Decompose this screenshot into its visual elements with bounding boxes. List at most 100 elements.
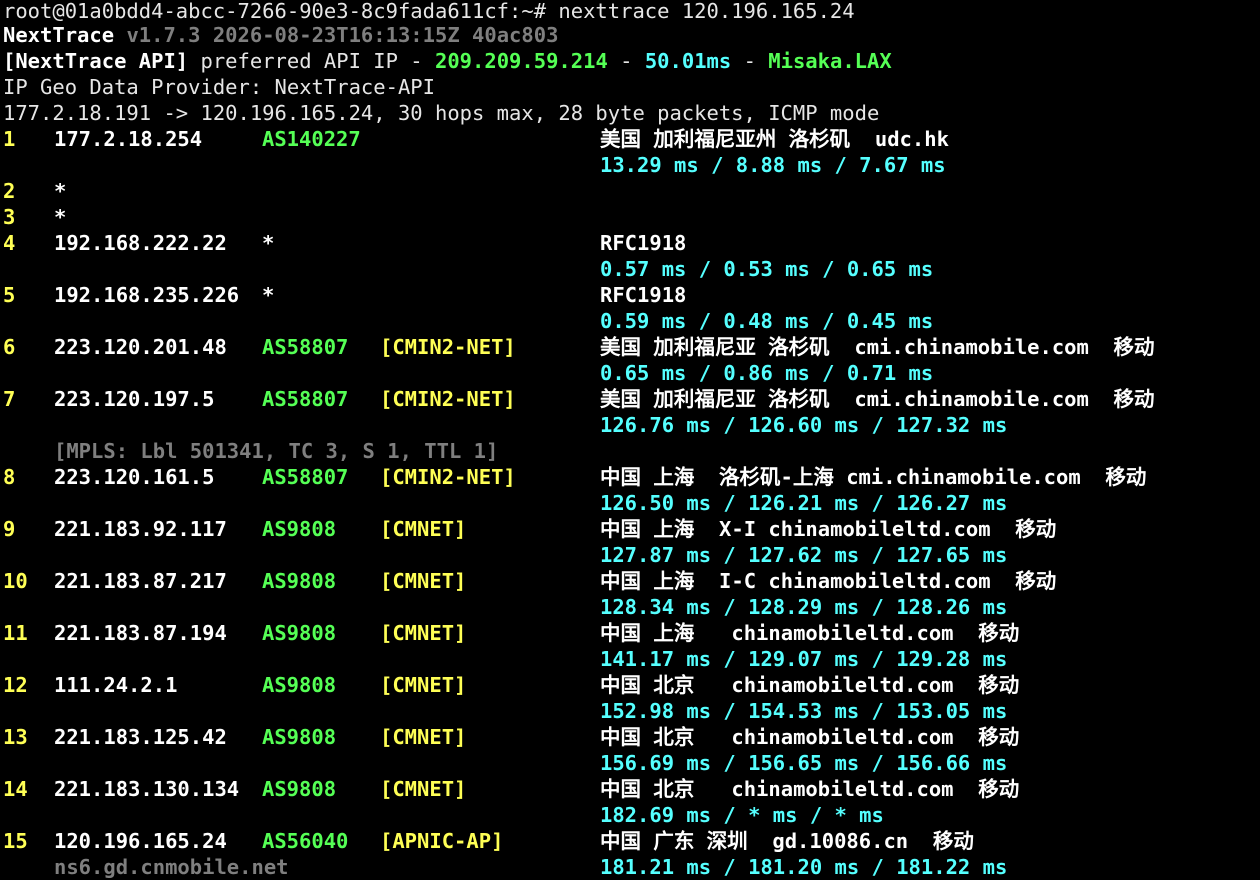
hop-asn: * [262, 283, 275, 307]
hop-network-tag: [CMNET] [380, 777, 467, 801]
hop-row: 11 221.183.87.194 AS9808 [CMNET] 中国 上海 china… [3, 620, 1260, 646]
hop-geo: 美国 加利福尼亚 洛杉矶 cmi.chinamobile.com 移动 [600, 387, 1155, 411]
hop-detail-row: 141.17 ms / 129.07 ms / 129.28 ms [3, 646, 1260, 672]
hop-rtt: 0.57 ms / 0.53 ms / 0.65 ms [600, 257, 934, 281]
hop-number: 13 [3, 725, 28, 749]
terminal-window[interactable]: root@01a0bdd4-abcc-7266-90e3-8c9fada611c… [3, 0, 1260, 879]
hop-detail-row: 13.29 ms / 8.88 ms / 7.67 ms [3, 152, 1260, 178]
hop-rdns: ns6.gd.cnmobile.net [54, 855, 289, 879]
hop-rtt: 152.98 ms / 154.53 ms / 153.05 ms [600, 699, 1008, 723]
hop-network-tag: [CMNET] [380, 673, 467, 697]
hop-row: 12 111.24.2.1 AS9808 [CMNET] 中国 北京 chinamobi… [3, 672, 1260, 698]
hop-geo: 中国 广东 深圳 gd.10086.cn 移动 [600, 829, 974, 853]
api-node: Misaka.LAX [768, 49, 892, 73]
hop-rtt: 126.50 ms / 126.21 ms / 126.27 ms [600, 491, 1008, 515]
hop-number: 10 [3, 569, 28, 593]
hop-rtt: 141.17 ms / 129.07 ms / 129.28 ms [600, 647, 1008, 671]
hop-ip: 223.120.201.48 [54, 335, 227, 359]
hop-geo: 中国 北京 chinamobileltd.com 移动 [600, 725, 1020, 749]
hop-rtt: 127.87 ms / 127.62 ms / 127.65 ms [600, 543, 1008, 567]
hop-detail-row: 127.87 ms / 127.62 ms / 127.65 ms [3, 542, 1260, 568]
hop-row: 3 * [3, 204, 1260, 230]
hop-ip: 221.183.92.117 [54, 517, 227, 541]
hop-network-tag: [CMNET] [380, 725, 467, 749]
hop-detail-row: 0.65 ms / 0.86 ms / 0.71 ms [3, 360, 1260, 386]
hop-number: 9 [3, 517, 16, 541]
hop-asn: AS56040 [262, 829, 349, 853]
hop-ip: 177.2.18.254 [54, 127, 203, 151]
hop-ip: 221.183.125.42 [54, 725, 227, 749]
api-separator: - [620, 49, 633, 73]
tool-version: v1.7.3 2026-08-23T16:13:15Z 40ac803 [126, 23, 559, 47]
hop-number: 2 [3, 179, 16, 203]
shell-prompt-line: root@01a0bdd4-abcc-7266-90e3-8c9fada611c… [3, 0, 855, 24]
hop-row: 13 221.183.125.42 AS9808 [CMNET] 中国 北京 china… [3, 724, 1260, 750]
hop-number: 5 [3, 283, 16, 307]
hop-detail-row: 126.50 ms / 126.21 ms / 126.27 ms [3, 490, 1260, 516]
api-label: preferred API IP - [200, 49, 423, 73]
hop-ip: 221.183.87.217 [54, 569, 227, 593]
banner-line: NextTrace v1.7.3 2026-08-23T16:13:15Z 40… [3, 22, 558, 48]
hop-number: 3 [3, 205, 16, 229]
geo-provider-line: IP Geo Data Provider: NextTrace-API [3, 75, 435, 99]
hop-row: 10 221.183.87.217 AS9808 [CMNET] 中国 上海 I-C c… [3, 568, 1260, 594]
hop-detail-row: 128.34 ms / 128.29 ms / 128.26 ms [3, 594, 1260, 620]
hop-asn: AS58807 [262, 335, 349, 359]
hop-number: 1 [3, 127, 16, 151]
hop-asn: AS9808 [262, 673, 337, 697]
hop-rtt: 126.76 ms / 126.60 ms / 127.32 ms [600, 413, 1008, 437]
hop-asn: AS9808 [262, 517, 337, 541]
hop-row: 15 120.196.165.24 AS56040 [APNIC-AP] 中国 广东 深… [3, 828, 1260, 854]
hop-row: 2 * [3, 178, 1260, 204]
hop-number: 12 [3, 673, 28, 697]
hop-network-tag: [CMIN2-NET] [380, 465, 516, 489]
hop-geo: 中国 北京 chinamobileltd.com 移动 [600, 673, 1020, 697]
hop-row: 14 221.183.130.134 AS9808 [CMNET] 中国 北京 chin… [3, 776, 1260, 802]
hop-rtt: 128.34 ms / 128.29 ms / 128.26 ms [600, 595, 1008, 619]
hop-rtt: 156.69 ms / 156.65 ms / 156.66 ms [600, 751, 1008, 775]
hop-rtt: 182.69 ms / * ms / * ms [600, 803, 884, 827]
hop-row: 5 192.168.235.226 * RFC1918 [3, 282, 1260, 308]
hop-geo: 美国 加利福尼亚 洛杉矶 cmi.chinamobile.com 移动 [600, 335, 1155, 359]
hop-rtt: 13.29 ms / 8.88 ms / 7.67 ms [600, 153, 946, 177]
api-line: [NextTrace API] preferred API IP - 209.2… [3, 48, 892, 74]
hop-asn: AS140227 [262, 127, 361, 151]
hop-row: 9 221.183.92.117 AS9808 [CMNET] 中国 上海 X-I ch… [3, 516, 1260, 542]
hop-ip: * [54, 179, 67, 203]
hop-asn: AS9808 [262, 621, 337, 645]
hop-detail-row: 0.57 ms / 0.53 ms / 0.65 ms [3, 256, 1260, 282]
hop-rtt: 181.21 ms / 181.20 ms / 181.22 ms [600, 855, 1008, 879]
hop-asn: * [262, 231, 275, 255]
hop-network-tag: [CMNET] [380, 517, 467, 541]
hop-detail-row: ns6.gd.cnmobile.net 181.21 ms / 181.20 ms… [3, 854, 1260, 880]
command-text: nexttrace 120.196.165.24 [558, 0, 855, 23]
hop-detail-row: 152.98 ms / 154.53 ms / 153.05 ms [3, 698, 1260, 724]
hop-ip: * [54, 205, 67, 229]
hop-asn: AS9808 [262, 569, 337, 593]
hop-geo: RFC1918 [600, 231, 687, 255]
hop-detail-row: 156.69 ms / 156.65 ms / 156.66 ms [3, 750, 1260, 776]
hop-asn: AS58807 [262, 387, 349, 411]
trace-summary-line: 177.2.18.191 -> 120.196.165.24, 30 hops … [3, 101, 880, 125]
hop-row: 1 177.2.18.254 AS140227 美国 加利福尼亚州 洛杉矶 udc.h… [3, 126, 1260, 152]
hop-detail-row: 126.76 ms / 126.60 ms / 127.32 ms [3, 412, 1260, 438]
hop-geo: 中国 上海 chinamobileltd.com 移动 [600, 621, 1020, 645]
hop-mpls-label: [MPLS: Lbl 501341, TC 3, S 1, TTL 1] [54, 439, 499, 463]
hop-detail-row: 182.69 ms / * ms / * ms [3, 802, 1260, 828]
hop-ip: 221.183.130.134 [54, 777, 240, 801]
api-latency: 50.01ms [644, 49, 732, 73]
hop-number: 6 [3, 335, 16, 359]
hop-geo: 中国 北京 chinamobileltd.com 移动 [600, 777, 1020, 801]
hop-number: 8 [3, 465, 16, 489]
hop-network-tag: [CMIN2-NET] [380, 335, 516, 359]
hop-geo: 中国 上海 I-C chinamobileltd.com 移动 [600, 569, 1057, 593]
hop-network-tag: [CMIN2-NET] [380, 387, 516, 411]
hop-ip: 111.24.2.1 [54, 673, 178, 697]
hop-number: 15 [3, 829, 28, 853]
hop-number: 7 [3, 387, 16, 411]
hop-geo: 美国 加利福尼亚州 洛杉矶 udc.hk [600, 127, 949, 151]
prompt-user-host: root@01a0bdd4-abcc-7266-90e3-8c9fada611c… [3, 0, 547, 23]
tool-name: NextTrace [3, 23, 115, 47]
hop-number: 11 [3, 621, 28, 645]
hop-asn: AS9808 [262, 725, 337, 749]
